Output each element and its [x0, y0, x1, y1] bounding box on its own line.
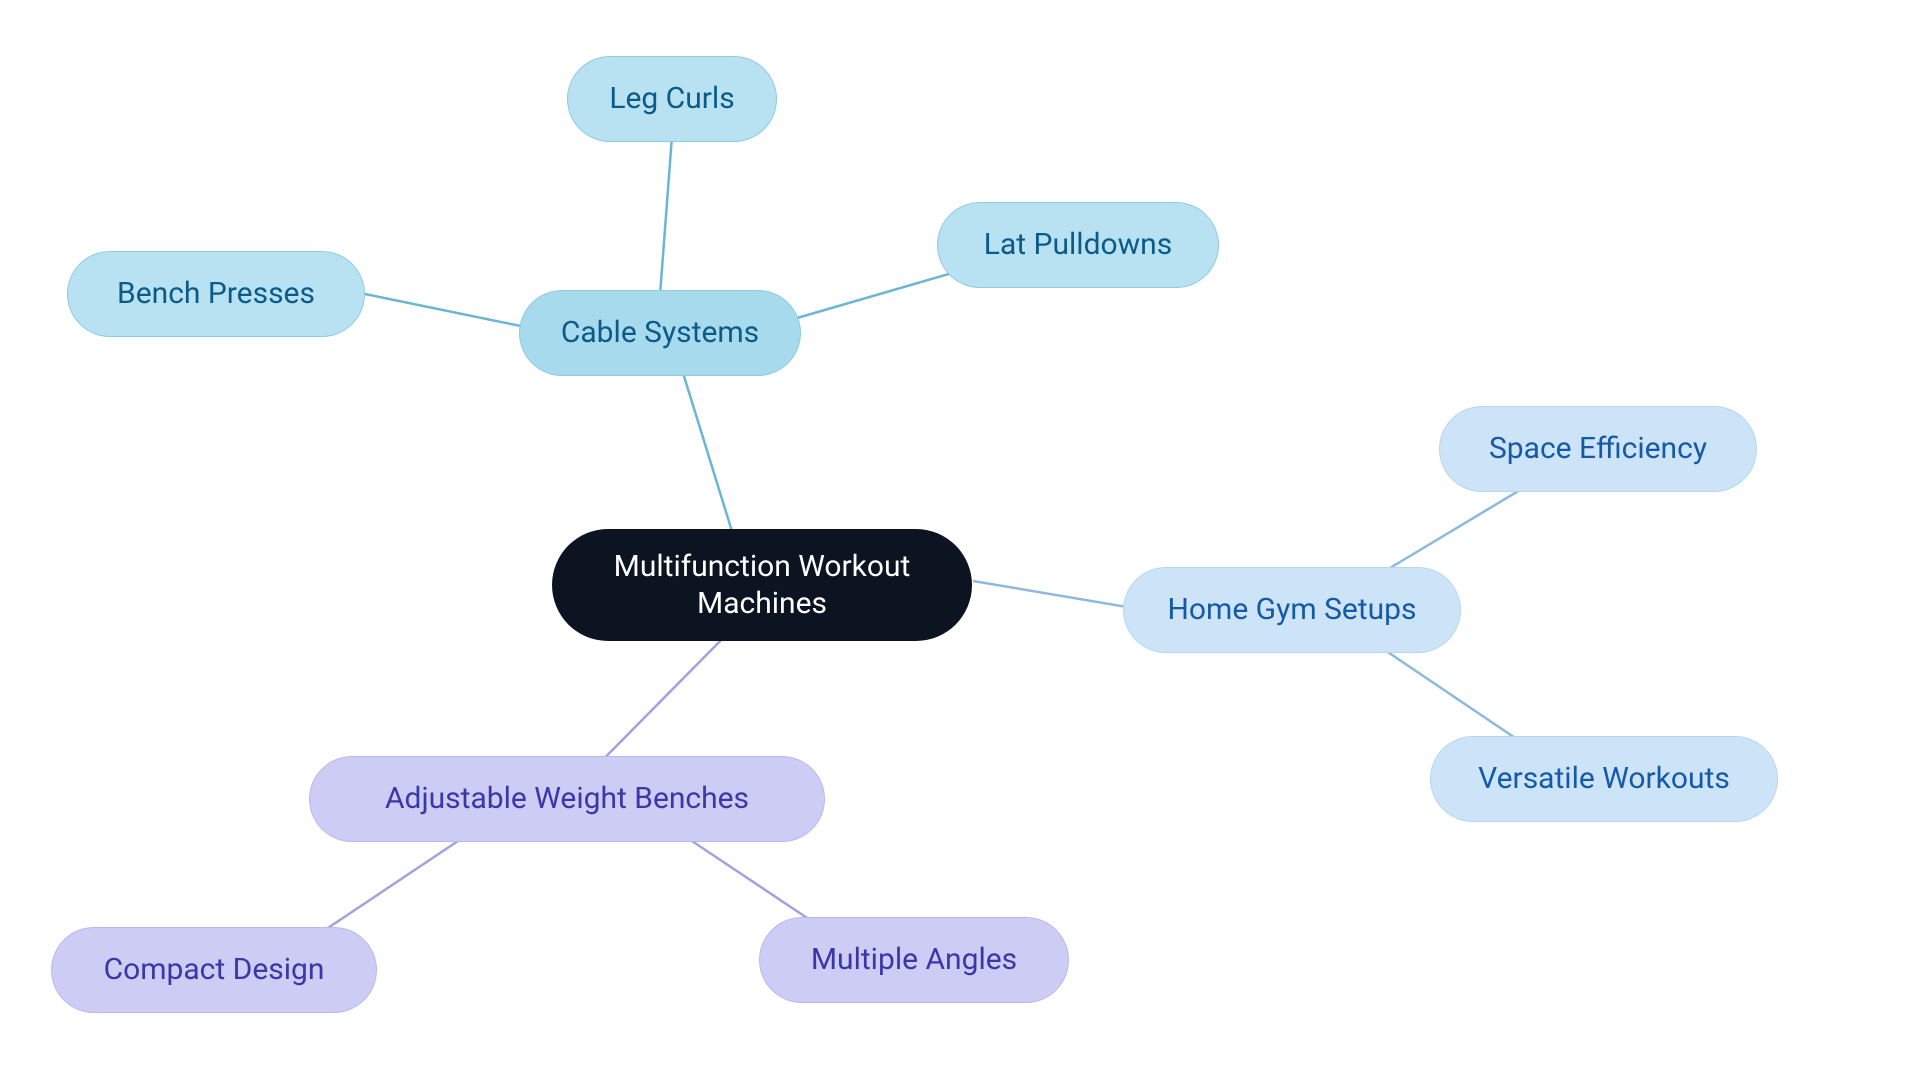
- edge-cable-legcurls: [660, 136, 672, 295]
- edge-cable-bench: [365, 294, 545, 331]
- node-lat-pulldowns-label: Lat Pulldowns: [984, 226, 1172, 264]
- node-leg-curls[interactable]: Leg Curls: [567, 56, 777, 142]
- node-adj-benches-label: Adjustable Weight Benches: [385, 780, 749, 818]
- node-lat-pulldowns[interactable]: Lat Pulldowns: [937, 202, 1219, 288]
- node-cable-systems[interactable]: Cable Systems: [519, 290, 801, 376]
- node-root[interactable]: Multifunction Workout Machines: [552, 529, 972, 641]
- edge-root-homegym: [973, 581, 1145, 610]
- node-multiple-angles-label: Multiple Angles: [811, 941, 1017, 979]
- node-cable-systems-label: Cable Systems: [561, 314, 759, 352]
- node-home-gym[interactable]: Home Gym Setups: [1123, 567, 1461, 653]
- node-root-label: Multifunction Workout Machines: [614, 548, 911, 623]
- node-space-efficiency[interactable]: Space Efficiency: [1439, 406, 1757, 492]
- node-bench-presses[interactable]: Bench Presses: [67, 251, 365, 337]
- node-versatile-workouts[interactable]: Versatile Workouts: [1430, 736, 1778, 822]
- mindmap-canvas: Multifunction Workout Machines Cable Sys…: [0, 0, 1920, 1083]
- node-compact-design[interactable]: Compact Design: [51, 927, 377, 1013]
- node-home-gym-label: Home Gym Setups: [1168, 591, 1417, 629]
- node-compact-design-label: Compact Design: [104, 951, 325, 989]
- node-leg-curls-label: Leg Curls: [609, 80, 734, 118]
- node-versatile-workouts-label: Versatile Workouts: [1478, 760, 1730, 798]
- node-adj-benches[interactable]: Adjustable Weight Benches: [309, 756, 825, 842]
- node-multiple-angles[interactable]: Multiple Angles: [759, 917, 1069, 1003]
- node-space-efficiency-label: Space Efficiency: [1489, 430, 1707, 468]
- node-bench-presses-label: Bench Presses: [117, 275, 315, 313]
